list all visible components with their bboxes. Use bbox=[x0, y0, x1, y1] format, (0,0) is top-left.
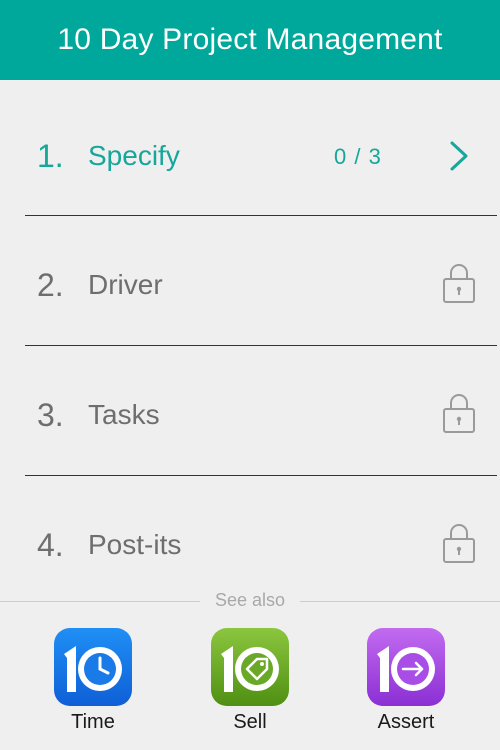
step-divider bbox=[25, 475, 497, 476]
arrow-circle-icon bbox=[377, 646, 435, 692]
app-label-sell: Sell bbox=[233, 711, 267, 733]
step-number: 1. bbox=[37, 138, 64, 174]
app-icon-assert bbox=[367, 628, 445, 706]
lock-icon bbox=[443, 264, 475, 303]
price-tag-icon bbox=[221, 646, 279, 692]
step-label: Post-its bbox=[88, 529, 182, 560]
page-title: 10 Day Project Management bbox=[57, 23, 443, 56]
step-number: 3. bbox=[37, 397, 64, 433]
clock-icon bbox=[64, 646, 122, 692]
step-divider bbox=[25, 345, 497, 346]
step-row-specify[interactable]: 1. Specify 0 / 3 bbox=[0, 90, 500, 219]
chevron-right-icon bbox=[450, 141, 468, 171]
step-row-driver[interactable]: 2. Driver bbox=[0, 219, 500, 348]
step-divider bbox=[25, 215, 497, 216]
step-number: 2. bbox=[37, 267, 64, 303]
app-icon-time bbox=[54, 628, 132, 706]
app-icon-sell bbox=[211, 628, 289, 706]
app-label-assert: Assert bbox=[377, 711, 435, 733]
step-label: Driver bbox=[88, 269, 163, 300]
step-number: 4. bbox=[37, 527, 64, 563]
lock-icon bbox=[443, 394, 475, 433]
see-also-section: See also bbox=[0, 588, 500, 612]
lock-icon bbox=[443, 524, 475, 563]
see-also-label: See also bbox=[214, 590, 286, 610]
step-row-tasks[interactable]: 3. Tasks bbox=[0, 349, 500, 478]
step-label: Tasks bbox=[88, 399, 160, 430]
step-label: Specify bbox=[88, 140, 180, 171]
step-progress: 0 / 3 bbox=[334, 144, 382, 169]
app-header: 10 Day Project Management bbox=[0, 0, 500, 80]
app-label-time: Time bbox=[71, 711, 115, 733]
